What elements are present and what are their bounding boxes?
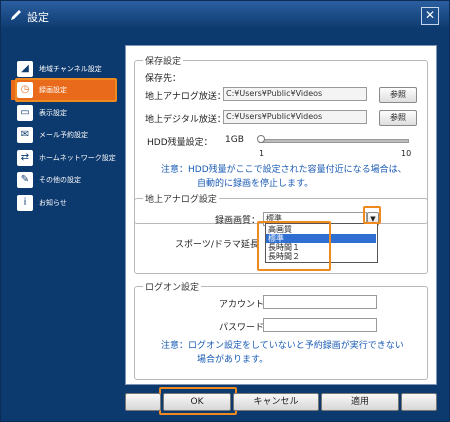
sidebar-item-other[interactable]: ✎ その他の設定 [11, 170, 115, 190]
recording-quality-label: 録画画質： [215, 216, 261, 226]
title-bar: 設定 ✕ [1, 1, 449, 29]
logon-note-line-2: 場合があります。 [197, 355, 269, 365]
network-icon: ⇄ [17, 150, 33, 166]
hdd-remaining-label: HDD残量設定： [147, 138, 213, 148]
slider-min-label: 1 [259, 149, 265, 158]
sidebar-item-recording[interactable]: ◷ 録画設定 [11, 80, 115, 100]
info-icon: i [17, 195, 33, 211]
save-destination-label: 保存先： [145, 74, 182, 84]
sidebar-item-label: 地域チャンネル設定 [39, 65, 102, 73]
hdd-slider-track[interactable] [259, 139, 409, 143]
footer-spacer-right [401, 393, 437, 411]
content-panel: 保存設定 保存先： 地上アナログ放送： C:¥Users¥Public¥Vide… [125, 45, 437, 385]
logon-settings-group: ログオン設定 アカウント： パスワード： 注意：ログオン設定をしていないと予約録… [134, 280, 428, 380]
sidebar-item-label: メール予約設定 [39, 131, 88, 139]
close-button[interactable]: ✕ [421, 7, 439, 25]
group-legend: 地上アナログ設定 [143, 192, 219, 205]
record-clock-icon: ◷ [17, 82, 33, 98]
sidebar-item-mail-reservation[interactable]: ✉ メール予約設定 [11, 125, 115, 145]
sidebar-item-label: 表示設定 [39, 109, 67, 117]
quality-option-standard[interactable]: 標準 [266, 234, 376, 243]
display-icon: ▭ [17, 105, 33, 121]
wrench-icon: ✎ [17, 172, 33, 188]
account-field[interactable] [263, 295, 377, 309]
digital-path-field[interactable]: C:¥Users¥Public¥Videos [223, 110, 367, 124]
sports-drama-extension-label: スポーツ/ドラマ延長 [175, 240, 259, 250]
password-field[interactable] [263, 318, 377, 332]
mail-icon: ✉ [17, 127, 33, 143]
analog-browse-button[interactable]: 参照 [379, 87, 417, 103]
sidebar-item-label: お知らせ [39, 199, 67, 207]
sidebar-item-display[interactable]: ▭ 表示設定 [11, 103, 115, 123]
footer-spacer-left [125, 393, 161, 411]
analog-path-field[interactable]: C:¥Users¥Public¥Videos [223, 87, 367, 101]
settings-window: 設定 ✕ ◢ 地域チャンネル設定 ◷ 録画設定 ▭ 表示設定 ✉ メール予約設定… [0, 0, 450, 422]
hdd-slider-thumb[interactable] [257, 135, 265, 143]
apply-button[interactable]: 適用 [321, 393, 399, 411]
quality-option-long2[interactable]: 長時間２ [266, 252, 376, 261]
ok-button[interactable]: OK [163, 393, 231, 411]
sidebar-item-notices[interactable]: i お知らせ [11, 193, 115, 213]
quality-option-high[interactable]: 高画質 [266, 225, 376, 234]
quality-dropdown-list: 高画質 標準 長時間１ 長時間２ [265, 223, 378, 263]
window-title: 設定 [27, 11, 49, 24]
settings-pencil-icon [11, 10, 21, 20]
cancel-button[interactable]: キャンセル [233, 393, 319, 411]
chevron-down-icon: ▼ [370, 215, 376, 223]
antenna-icon: ◢ [17, 61, 33, 77]
digital-browse-button[interactable]: 参照 [379, 110, 417, 126]
group-legend: ログオン設定 [143, 280, 202, 293]
sidebar-item-label: その他の設定 [39, 176, 81, 184]
sidebar-item-home-network[interactable]: ⇄ ホームネットワーク設定 [11, 148, 116, 168]
hdd-remaining-value: 1GB [225, 135, 244, 145]
group-legend: 保存設定 [143, 54, 184, 67]
hdd-note-line-2: 自動的に録画を停止します。 [197, 179, 314, 189]
digital-broadcast-label: 地上デジタル放送： [145, 115, 226, 125]
analog-broadcast-label: 地上アナログ放送： [145, 92, 226, 102]
logon-note-line-1: 注意：ログオン設定をしていないと予約録画が実行できない [161, 341, 404, 351]
sidebar-item-regional-channel[interactable]: ◢ 地域チャンネル設定 [11, 59, 115, 79]
sidebar-item-label: 録画設定 [39, 86, 67, 94]
sidebar-item-label: ホームネットワーク設定 [39, 154, 116, 162]
slider-max-label: 10 [401, 149, 412, 158]
hdd-note-line-1: 注意：HDD残量がここで設定された容量付近になる場合は、 [161, 165, 407, 175]
quality-option-long1[interactable]: 長時間１ [266, 243, 376, 252]
